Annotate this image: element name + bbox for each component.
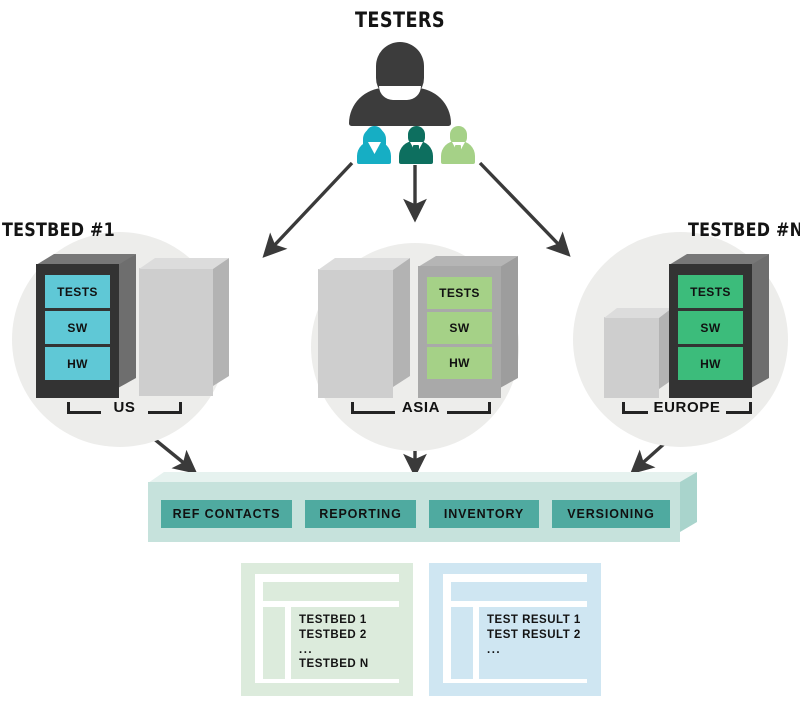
rack-side	[500, 256, 518, 388]
testbed-asia-idle-box	[318, 258, 410, 398]
idle-box-front	[139, 268, 213, 396]
list-item: TESTBED 2	[299, 629, 367, 641]
idle-box-front	[604, 317, 659, 398]
list-item: TEST RESULT 2	[487, 629, 581, 641]
platform-side-face	[680, 472, 697, 532]
service-inventory-button[interactable]: INVENTORY	[429, 500, 539, 528]
service-ref-contacts-button[interactable]: REF CONTACTS	[161, 500, 292, 528]
service-reporting-button[interactable]: REPORTING	[305, 500, 416, 528]
rack-slot-tests[interactable]: TESTS	[45, 275, 110, 308]
arrow-testers-to-europe	[478, 161, 571, 257]
rack-slot-hw[interactable]: HW	[45, 347, 110, 380]
testbed-us-region-bracket: US	[67, 399, 182, 424]
testbeds-panel[interactable]: TESTBED 1 TESTBED 2 ... TESTBED N	[241, 563, 413, 696]
arrow-testers-to-us	[262, 161, 354, 258]
testbeds-panel-header-bar	[263, 582, 401, 601]
rack-slot-tests[interactable]: TESTS	[427, 277, 492, 309]
test-results-panel-header-bar	[451, 582, 589, 601]
rack-slot-hw[interactable]: HW	[427, 347, 492, 379]
rack-slot-tests[interactable]: TESTS	[678, 275, 743, 308]
list-item: TESTBED 1	[299, 614, 367, 626]
test-results-panel[interactable]: TEST RESULT 1 TEST RESULT 2 ...	[429, 563, 601, 696]
testbed-us-rack: TESTS SW HW	[36, 254, 136, 398]
diagram-canvas: TESTERS TESTBED #1 TESTS SW HW US TESTS …	[0, 0, 800, 702]
testbed-asia-region-bracket: ASIA	[351, 399, 491, 424]
idle-box-side	[393, 258, 410, 387]
testbed-us-title: TESTBED #1	[2, 219, 116, 241]
rack-slot-hw[interactable]: HW	[678, 347, 743, 380]
list-item: TESTBED N	[299, 658, 369, 670]
testbed-europe-rack: TESTS SW HW	[669, 254, 769, 398]
testbed-asia-region-label: ASIA	[401, 399, 441, 416]
rack-slot-sw[interactable]: SW	[678, 311, 743, 344]
list-item-ellipsis: ...	[487, 644, 502, 656]
testbed-europe-region-label: EUROPE	[653, 399, 721, 416]
rack-slot-sw[interactable]: SW	[45, 311, 110, 344]
testbed-europe-title: TESTBED #N	[688, 219, 800, 241]
list-item-ellipsis: ...	[299, 644, 314, 656]
testbed-europe-region-bracket: EUROPE	[622, 399, 752, 424]
testbed-us-region-label: US	[113, 399, 136, 416]
list-item: TEST RESULT 1	[487, 614, 581, 626]
test-results-panel-list: TEST RESULT 1 TEST RESULT 2 ...	[487, 613, 581, 657]
testbeds-panel-sidebar	[263, 607, 285, 679]
rack-slot-sw[interactable]: SW	[427, 312, 492, 344]
service-versioning-button[interactable]: VERSIONING	[552, 500, 670, 528]
testbeds-panel-list: TESTBED 1 TESTBED 2 ... TESTBED N	[299, 613, 369, 672]
idle-box-side	[213, 258, 229, 386]
rack-side	[118, 254, 136, 388]
testbed-us-idle-box	[139, 258, 229, 396]
testbed-europe-idle-box	[604, 308, 672, 398]
idle-box-front	[318, 269, 393, 398]
test-results-panel-sidebar	[451, 607, 473, 679]
rack-side	[751, 254, 769, 388]
testbed-asia-rack: TESTS SW HW	[418, 256, 518, 398]
